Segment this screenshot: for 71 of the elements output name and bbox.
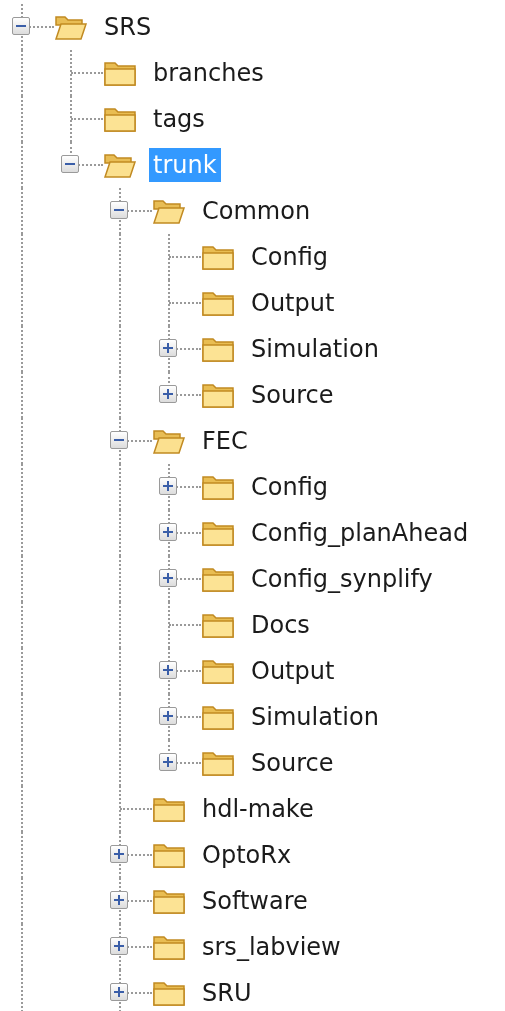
collapse-button[interactable] xyxy=(110,431,128,449)
tree-item[interactable]: Software xyxy=(198,884,312,918)
tree-item[interactable]: hdl-make xyxy=(198,792,318,826)
folder-icon xyxy=(152,933,186,961)
tree-item[interactable]: branches xyxy=(149,56,268,90)
plus-icon xyxy=(162,388,174,400)
plus-icon xyxy=(162,756,174,768)
tree-item[interactable]: tags xyxy=(149,102,209,136)
folder-icon xyxy=(201,749,235,777)
folder-icon xyxy=(201,289,235,317)
tree-item[interactable]: Simulation xyxy=(247,332,383,366)
plus-icon xyxy=(162,526,174,538)
folder-icon xyxy=(201,703,235,731)
folder-icon xyxy=(152,887,186,915)
folder-icon xyxy=(201,335,235,363)
tree-item[interactable]: SRU xyxy=(198,976,256,1010)
plus-icon xyxy=(113,848,125,860)
open-folder-icon xyxy=(152,427,186,455)
tree-item[interactable]: Common xyxy=(198,194,315,228)
tree-item[interactable]: OptoRx xyxy=(198,838,296,872)
folder-icon xyxy=(103,105,137,133)
tree-item[interactable]: Config xyxy=(247,470,332,504)
folder-icon xyxy=(201,473,235,501)
plus-icon xyxy=(162,664,174,676)
collapse-button[interactable] xyxy=(110,201,128,219)
collapse-button[interactable] xyxy=(12,17,30,35)
expand-button[interactable] xyxy=(159,477,177,495)
folder-icon xyxy=(152,841,186,869)
expand-button[interactable] xyxy=(159,661,177,679)
open-folder-icon xyxy=(54,13,88,41)
tree-item[interactable]: Config_planAhead xyxy=(247,516,473,550)
folder-icon xyxy=(201,519,235,547)
plus-icon xyxy=(162,480,174,492)
collapse-button[interactable] xyxy=(61,155,79,173)
folder-icon xyxy=(201,611,235,639)
folder-icon xyxy=(201,565,235,593)
expand-button[interactable] xyxy=(159,569,177,587)
expand-button[interactable] xyxy=(110,983,128,1001)
open-folder-icon xyxy=(152,197,186,225)
folder-icon xyxy=(201,657,235,685)
plus-icon xyxy=(113,894,125,906)
folder-icon xyxy=(152,795,186,823)
tree-item[interactable]: Source xyxy=(247,378,338,412)
folder-icon xyxy=(152,979,186,1007)
tree-item[interactable]: Simulation xyxy=(247,700,383,734)
plus-icon xyxy=(113,940,125,952)
folder-icon xyxy=(103,59,137,87)
expand-button[interactable] xyxy=(159,385,177,403)
tree-item[interactable]: Output xyxy=(247,654,339,688)
folder-icon xyxy=(201,243,235,271)
tree-item[interactable]: FEC xyxy=(198,424,252,458)
tree-item[interactable]: Config_synplify xyxy=(247,562,437,596)
tree-item[interactable]: SRS xyxy=(100,10,156,44)
expand-button[interactable] xyxy=(159,707,177,725)
tree-item[interactable]: Output xyxy=(247,286,339,320)
expand-button[interactable] xyxy=(159,339,177,357)
open-folder-icon xyxy=(103,151,137,179)
tree-item[interactable]: Config xyxy=(247,240,332,274)
expand-button[interactable] xyxy=(110,937,128,955)
tree-item[interactable]: Source xyxy=(247,746,338,780)
tree-item[interactable]: srs_labview xyxy=(198,930,345,964)
expand-button[interactable] xyxy=(159,753,177,771)
plus-icon xyxy=(162,342,174,354)
tree-item[interactable]: Docs xyxy=(247,608,314,642)
plus-icon xyxy=(162,710,174,722)
expand-button[interactable] xyxy=(159,523,177,541)
expand-button[interactable] xyxy=(110,845,128,863)
folder-icon xyxy=(201,381,235,409)
plus-icon xyxy=(113,986,125,998)
plus-icon xyxy=(162,572,174,584)
expand-button[interactable] xyxy=(110,891,128,909)
